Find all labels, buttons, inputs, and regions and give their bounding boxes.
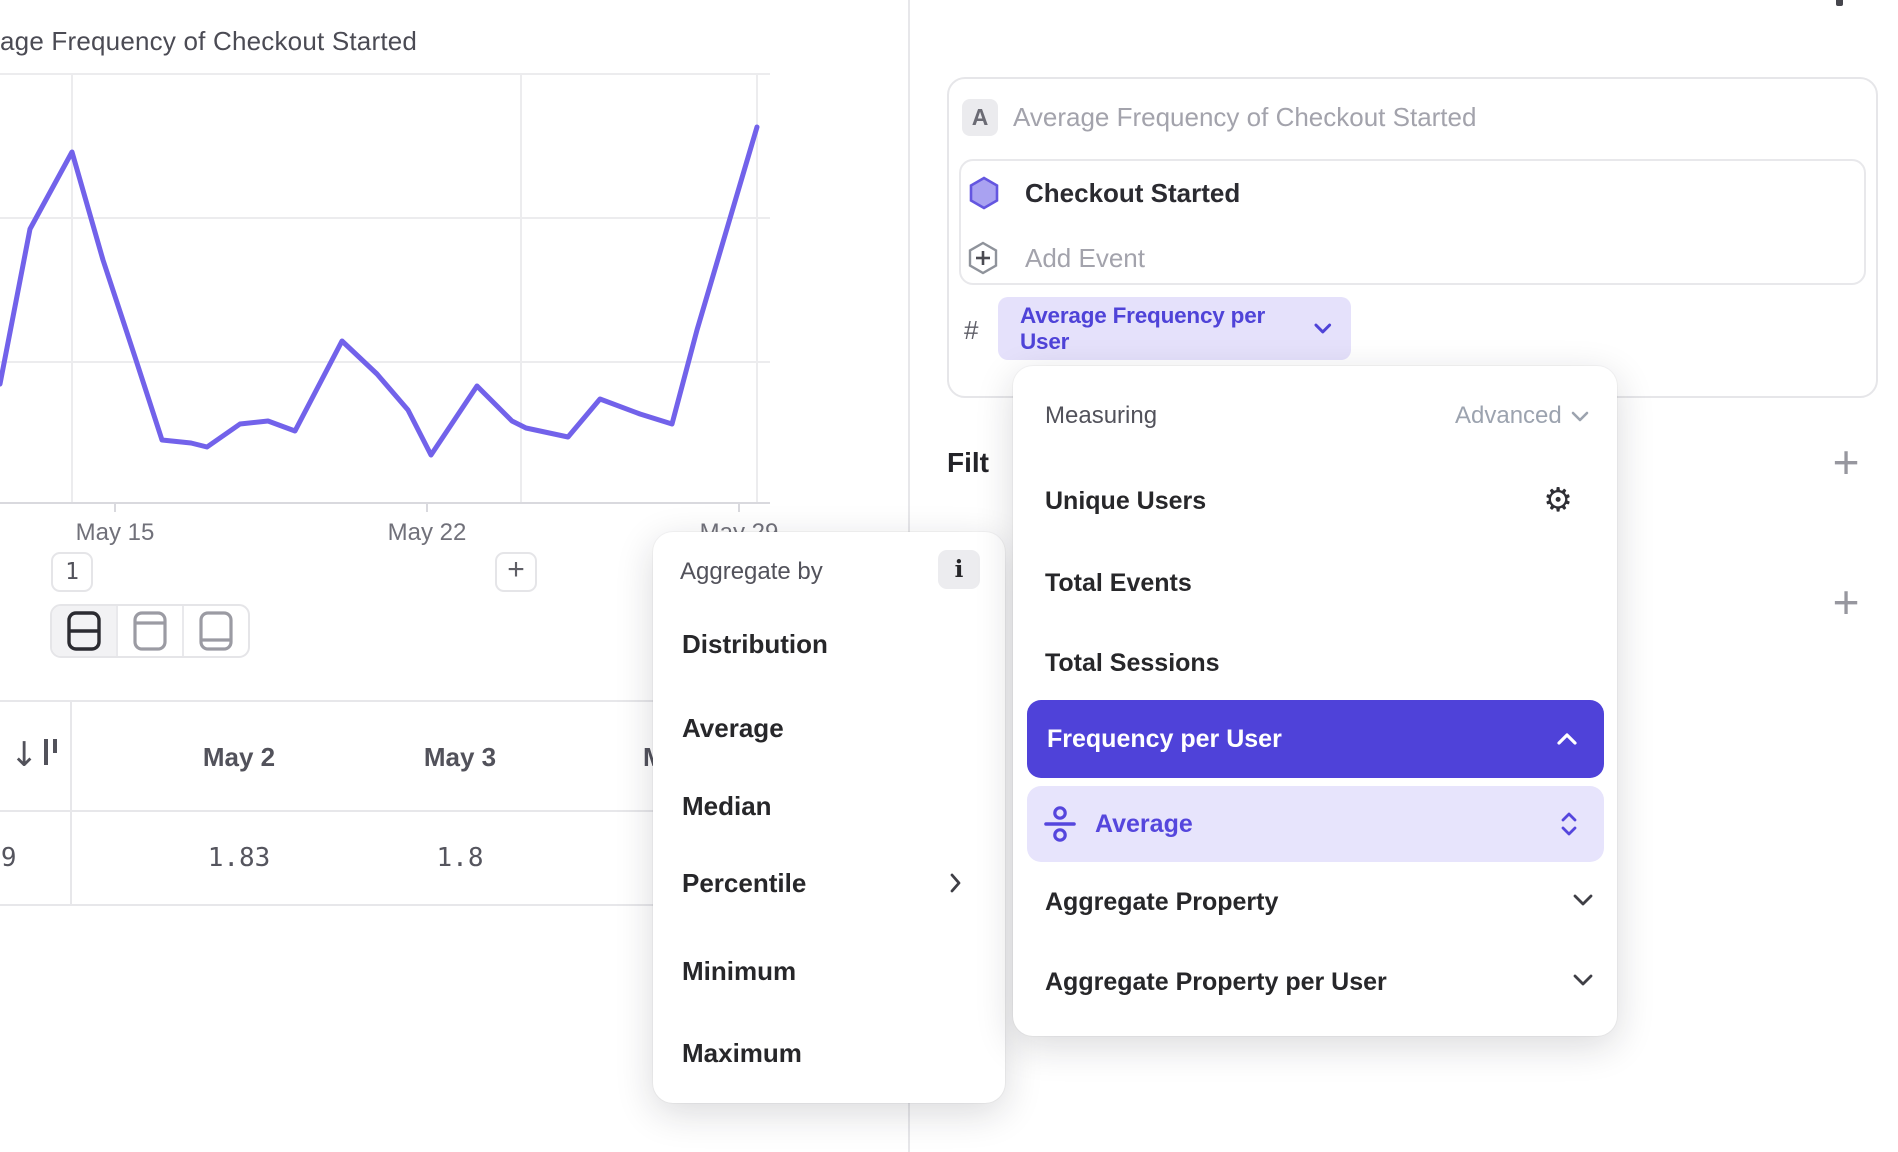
- chevron-down-icon: [1313, 322, 1333, 335]
- clipped-menu-icon[interactable]: [1836, 0, 1843, 6]
- menu-item-average-sub-selected[interactable]: Average: [1027, 786, 1604, 862]
- event-hexagon-icon: [968, 176, 1000, 210]
- metric-name-input[interactable]: Average Frequency of Checkout Started: [1013, 102, 1476, 133]
- menu-item-aggregate-property[interactable]: Aggregate Property: [1045, 888, 1278, 917]
- chevron-down-icon: [1570, 410, 1590, 423]
- menu-item-maximum[interactable]: Maximum: [682, 1038, 802, 1069]
- chevron-right-icon: [948, 871, 963, 895]
- menu-item-minimum[interactable]: Minimum: [682, 956, 796, 987]
- metric-section-title: Metric: [955, 0, 1075, 6]
- gear-icon[interactable]: ⚙: [1541, 483, 1575, 517]
- add-item-button[interactable]: +: [1822, 578, 1870, 626]
- layout-toggle-group: [50, 604, 250, 658]
- menu-item-frequency-per-user-selected[interactable]: Frequency per User: [1027, 700, 1604, 778]
- layout-split-horizontal-button[interactable]: [52, 606, 118, 656]
- menu-item-average[interactable]: Average: [682, 713, 784, 744]
- x-tick-may22: May 22: [367, 519, 487, 547]
- menu-item-distribution[interactable]: Distribution: [682, 629, 828, 660]
- layout-top-button[interactable]: [118, 606, 184, 656]
- page-number-button[interactable]: 1: [51, 552, 93, 592]
- info-icon[interactable]: i: [938, 550, 980, 589]
- line-chart: [0, 60, 770, 512]
- menu-item-total-sessions[interactable]: Total Sessions: [1045, 649, 1220, 678]
- menu-item-aggregate-property-per-user[interactable]: Aggregate Property per User: [1045, 968, 1387, 997]
- menu-item-total-events[interactable]: Total Events: [1045, 569, 1192, 598]
- chevron-up-icon: [1556, 732, 1578, 746]
- menu-item-unique-users[interactable]: Unique Users: [1045, 487, 1206, 516]
- chevron-up-down-icon: [1560, 811, 1578, 837]
- chevron-down-icon[interactable]: [1572, 893, 1594, 907]
- x-tick-may15: May 15: [55, 519, 175, 547]
- event-name[interactable]: Checkout Started: [1025, 178, 1240, 209]
- table-header-may3[interactable]: May 3: [360, 742, 560, 773]
- layout-top-icon: [132, 610, 168, 652]
- measuring-header: Measuring: [1045, 402, 1157, 430]
- measure-type-icon: #: [964, 315, 978, 346]
- average-divide-icon: [1041, 804, 1079, 844]
- aggregate-by-header: Aggregate by: [680, 558, 823, 586]
- menu-item-median[interactable]: Median: [682, 791, 772, 822]
- table-cell-clipped: 1.9: [0, 843, 43, 873]
- chevron-down-icon[interactable]: [1572, 973, 1594, 987]
- table-col-border: [70, 700, 72, 906]
- metric-letter-badge: A: [962, 99, 998, 136]
- advanced-toggle[interactable]: Advanced: [1455, 402, 1590, 430]
- menu-item-percentile[interactable]: Percentile: [682, 868, 806, 899]
- add-event-icon[interactable]: [967, 241, 999, 275]
- add-page-button[interactable]: +: [495, 552, 537, 592]
- filters-section-title: Filt: [947, 447, 1011, 481]
- sort-descending-icon[interactable]: ↓: [10, 733, 57, 777]
- measurement-dropdown-button[interactable]: Average Frequency per User: [998, 297, 1351, 360]
- add-filter-button[interactable]: +: [1822, 438, 1870, 486]
- layout-bottom-icon: [198, 610, 234, 652]
- layout-bottom-button[interactable]: [184, 606, 248, 656]
- add-event-label[interactable]: Add Event: [1025, 243, 1145, 274]
- table-cell-may3: 1.8: [360, 843, 560, 873]
- table-header-may2[interactable]: May 2: [139, 742, 339, 773]
- table-cell-may2: 1.83: [139, 843, 339, 873]
- chart-title: age Frequency of Checkout Started: [0, 26, 417, 57]
- analytics-app: age Frequency of Checkout Started May 15…: [0, 0, 1898, 1152]
- split-horizontal-icon: [66, 610, 102, 652]
